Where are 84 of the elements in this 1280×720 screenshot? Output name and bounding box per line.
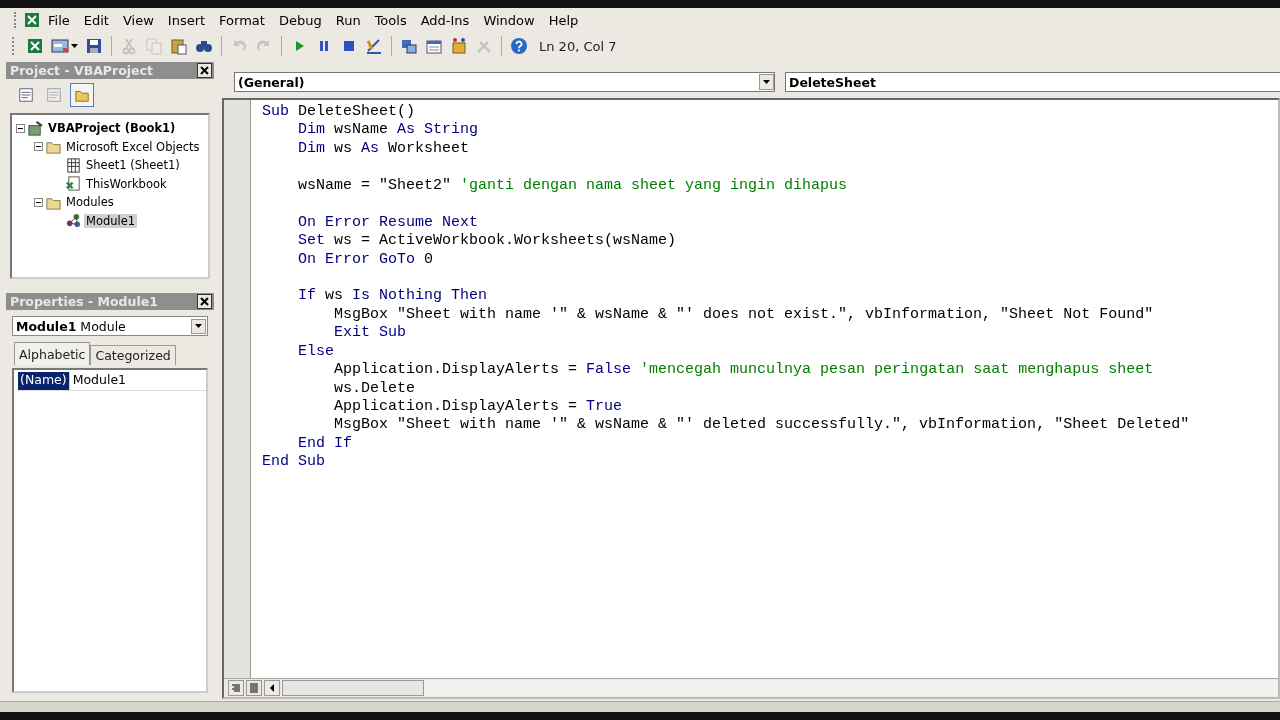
close-button[interactable]: [197, 294, 212, 309]
spreadsheet-icon: [26, 37, 44, 55]
tree-item[interactable]: Module1: [84, 213, 138, 228]
caret-icon: [195, 324, 202, 328]
code-line: Dim ws As Worksheet: [297, 139, 471, 159]
procedure-dropdown[interactable]: DeleteSheet: [785, 72, 1280, 92]
code-line: End If: [297, 434, 353, 454]
tree-item[interactable]: ThisWorkbook: [84, 176, 169, 191]
collapse-toggle[interactable]: [16, 123, 25, 133]
property-name[interactable]: (Name): [18, 372, 69, 390]
object-type: Module: [80, 318, 127, 334]
menu-item[interactable]: Format: [212, 10, 272, 30]
paste-icon: [170, 37, 188, 55]
cursor-position: Ln 20, Col 7: [539, 38, 617, 54]
dropdown-button[interactable]: [759, 74, 774, 90]
code-line: On Error GoTo 0: [297, 250, 435, 269]
panel-title: Properties - Module1: [10, 294, 158, 309]
close-button[interactable]: [197, 63, 212, 78]
tree-item[interactable]: Modules: [64, 195, 116, 210]
panel-title: Project - VBAProject: [10, 63, 153, 78]
menu-item[interactable]: Help: [541, 10, 586, 30]
minus-icon: [36, 146, 41, 148]
code-view-icon: [18, 87, 34, 103]
tree-item[interactable]: VBAProject (Book1): [46, 121, 178, 136]
menu-item[interactable]: Edit: [76, 10, 116, 30]
left-arrow-icon: [270, 684, 274, 692]
code-line: Exit Sub: [333, 324, 408, 343]
scrollbar-thumb[interactable]: [282, 680, 424, 696]
collapse-toggle[interactable]: [34, 142, 43, 152]
help-button[interactable]: [508, 35, 530, 57]
procedure-view-button[interactable]: [228, 680, 244, 696]
menu-item[interactable]: Run: [328, 10, 368, 30]
menu-item[interactable]: Debug: [271, 10, 329, 30]
ruler-pencil-icon: [365, 37, 383, 55]
menu-item[interactable]: Window: [476, 10, 542, 30]
cut-icon: [120, 37, 138, 55]
properties-icon: [425, 37, 443, 55]
code-line: MsgBox "Sheet with name '" & wsName & "' does not exist.", vbInformation, "Sheet Not Found": [333, 305, 1155, 325]
menu-item[interactable]: View: [115, 10, 161, 30]
tree-item[interactable]: Sheet1 (Sheet1): [84, 158, 182, 173]
code-line: Dim wsName As String: [297, 121, 480, 140]
folder-button[interactable]: [70, 83, 94, 107]
save-icon: [85, 37, 103, 55]
tree-item[interactable]: Microsoft Excel Objects: [64, 139, 202, 154]
code-line: MsgBox "Sheet with name '" & wsName & "' deleted successfully.", vbInformation, "Sheet Deleted": [333, 416, 1190, 435]
menu-item[interactable]: Add-Ins: [413, 10, 477, 30]
copy-icon: [145, 37, 163, 55]
object-dropdown[interactable]: (General): [234, 72, 775, 92]
module-icon: [65, 212, 82, 230]
scroll-left-button[interactable]: [264, 680, 280, 696]
module-view-button[interactable]: [246, 680, 262, 696]
code-line: Else: [297, 342, 335, 362]
collapse-toggle[interactable]: [34, 197, 43, 207]
object-name: Module1: [16, 318, 77, 334]
windows-icon: [400, 37, 418, 55]
application-icon: [23, 11, 41, 29]
workbook-icon: [65, 175, 82, 193]
help-icon: [510, 37, 528, 55]
form-view-icon: [46, 87, 62, 103]
project-icon: [27, 119, 44, 137]
code-line: On Error Resume Next: [297, 213, 480, 233]
tab[interactable]: Categorized: [90, 345, 176, 365]
menu-item[interactable]: Tools: [367, 10, 414, 30]
property-value[interactable]: Module1: [68, 372, 206, 390]
code-line: If ws Is Nothing Then: [297, 287, 489, 306]
minus-icon: [36, 201, 41, 203]
code-line: Application.DisplayAlerts = True: [333, 398, 624, 417]
menu-item[interactable]: File: [41, 10, 77, 30]
code-line: ws.Delete: [333, 379, 417, 398]
object-dropdown[interactable]: Module1 Module: [12, 316, 208, 336]
menu-item[interactable]: Insert: [160, 10, 213, 30]
caret-icon: [763, 80, 770, 84]
form-icon: [51, 37, 69, 55]
caret-icon: [71, 44, 78, 48]
code-line: Set ws = ActiveWorkbook.Worksheets(wsName): [297, 232, 678, 251]
code-line: End Sub: [262, 453, 326, 472]
code-line: Sub DeleteSheet(): [262, 103, 417, 122]
objects-icon: [450, 37, 468, 55]
minus-icon: [18, 127, 23, 129]
tab[interactable]: Alphabetic: [14, 342, 91, 365]
dropdown-button[interactable]: [191, 318, 206, 334]
sheet-icon: [65, 156, 82, 174]
code-line: Application.DisplayAlerts = False 'mencegah munculnya pesan peringatan saat menghapus sheet: [333, 361, 1155, 380]
code-line: wsName = "Sheet2" 'ganti dengan nama sheet yang ingin dihapus: [297, 176, 849, 196]
